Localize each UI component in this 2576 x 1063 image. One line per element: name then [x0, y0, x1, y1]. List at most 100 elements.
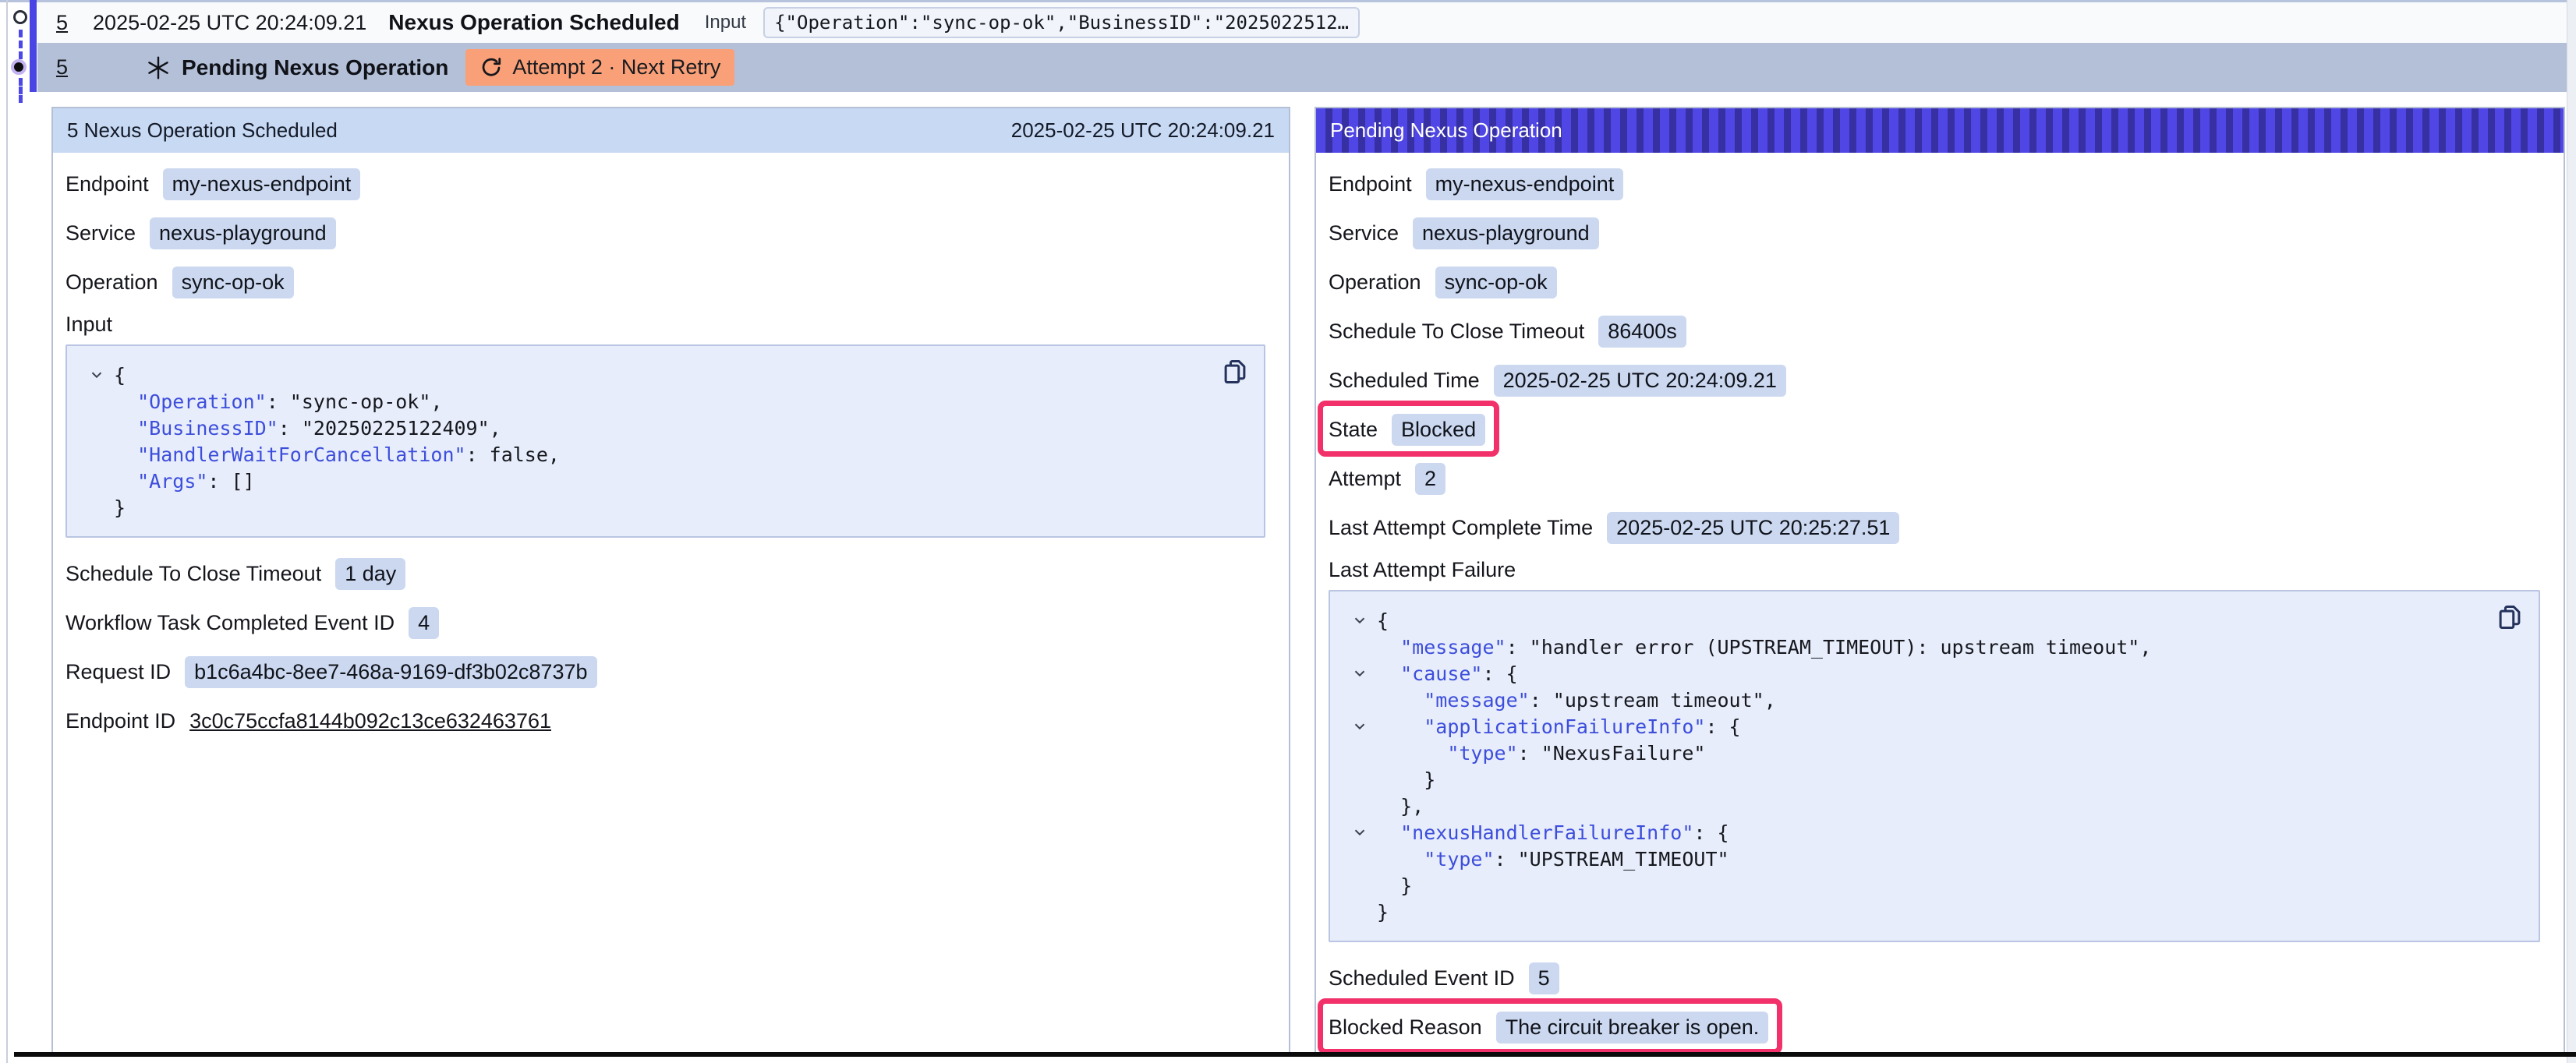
code-line: "message": "upstream timeout", — [1343, 687, 2526, 713]
code-line-text: "cause": { — [1377, 662, 1518, 685]
copy-button[interactable] — [2495, 602, 2525, 632]
code-line-text: } — [1377, 768, 1435, 791]
field-value-chip: Blocked — [1392, 414, 1485, 446]
code-line: "type": "NexusFailure" — [1343, 740, 2526, 766]
code-line: } — [1343, 899, 2526, 925]
event-title: Nexus Operation Scheduled — [388, 10, 679, 35]
field-value-chip: sync-op-ok — [172, 267, 294, 298]
field-row-service: Servicenexus-playground — [1329, 216, 1599, 250]
code-line: { — [1343, 607, 2526, 634]
code-line-text: "applicationFailureInfo": { — [1377, 715, 1741, 738]
field-label: Scheduled Event ID — [1329, 966, 1515, 991]
field-row-schedule-to-close-timeout: Schedule To Close Timeout 1 day — [65, 556, 405, 591]
retry-icon — [479, 56, 503, 79]
code-line: "Args": [] — [80, 468, 1251, 494]
code-line-text: "Operation": "sync-op-ok", — [114, 390, 442, 413]
field-value-chip: my-nexus-endpoint — [163, 168, 361, 200]
field-value-chip: 5 — [1529, 962, 1559, 994]
code-line-text: } — [114, 496, 126, 519]
scheduled-panel-timestamp: 2025-02-25 UTC 20:24:09.21 — [1011, 118, 1275, 143]
field-label: Endpoint ID — [65, 709, 175, 733]
collapse-chevron-icon[interactable] — [1343, 718, 1377, 735]
field-row-request-id: Request ID b1c6a4bc-8ee7-468a-9169-df3b02… — [65, 655, 597, 689]
retry-badge-label: Attempt 2 · Next Retry — [512, 55, 720, 79]
collapse-chevron-icon[interactable] — [80, 366, 114, 383]
field-row-schedule-to-close-timeout: Schedule To Close Timeout 86400s — [1329, 314, 1686, 348]
code-line-text: "BusinessID": "20250225122409", — [114, 417, 501, 440]
scheduled-panel-title: 5 Nexus Operation Scheduled — [67, 118, 338, 143]
retry-attempt-badge: Attempt 2 · Next Retry — [465, 49, 734, 86]
field-value-chip: nexus-playground — [150, 217, 336, 249]
field-label: Blocked Reason — [1329, 1015, 1482, 1040]
field-label: Service — [1329, 221, 1399, 245]
code-line: "Operation": "sync-op-ok", — [80, 388, 1251, 415]
code-line: "applicationFailureInfo": { — [1343, 713, 2526, 740]
field-value-chip: b1c6a4bc-8ee7-468a-9169-df3b02c8737b — [185, 656, 596, 688]
failure-section-label: Last Attempt Failure — [1329, 556, 2551, 584]
field-row-service: Servicenexus-playground — [65, 216, 336, 250]
code-line: "type": "UPSTREAM_TIMEOUT" — [1343, 846, 2526, 872]
field-label: Schedule To Close Timeout — [65, 562, 321, 586]
code-line-text: "type": "NexusFailure" — [1377, 742, 1705, 765]
code-line-text: { — [114, 364, 126, 387]
timeline-dashed-connector — [19, 30, 23, 59]
code-line: "HandlerWaitForCancellation": false, — [80, 441, 1251, 468]
field-label: Request ID — [65, 660, 171, 684]
collapse-chevron-icon[interactable] — [1343, 824, 1377, 841]
field-label: Endpoint — [1329, 172, 1412, 196]
field-row-state: StateBlocked — [1329, 412, 1485, 447]
collapse-chevron-icon[interactable] — [1343, 612, 1377, 629]
field-row-endpoint-id: Endpoint ID 3c0c75ccfa8144b092c13ce632463… — [65, 704, 551, 738]
field-value-chip: The circuit breaker is open. — [1496, 1012, 1769, 1044]
code-line-text: }, — [1377, 795, 1424, 818]
code-line-text: } — [1377, 874, 1412, 897]
history-row-pending-nexus-operation[interactable]: 5 Pending Nexus Operation Attempt 2 · Ne… — [37, 43, 2567, 92]
code-line: } — [1343, 766, 2526, 793]
collapse-chevron-icon[interactable] — [1343, 665, 1377, 682]
copy-button[interactable] — [1220, 357, 1250, 387]
input-json-block: { "Operation": "sync-op-ok", "BusinessID… — [65, 344, 1265, 538]
event-id-link[interactable]: 5 — [56, 55, 68, 79]
field-value-link[interactable]: 3c0c75ccfa8144b092c13ce632463761 — [189, 709, 551, 733]
failure-json-block: { "message": "handler error (UPSTREAM_TI… — [1329, 590, 2540, 942]
workflow-history-view: 5 2025-02-25 UTC 20:24:09.21 Nexus Opera… — [0, 0, 2576, 1063]
code-line: } — [1343, 872, 2526, 899]
code-line-text: "nexusHandlerFailureInfo": { — [1377, 821, 1729, 844]
copy-icon — [1220, 357, 1250, 387]
input-section-label: Input — [65, 310, 1276, 338]
code-line: { — [80, 362, 1251, 388]
code-line: "cause": { — [1343, 660, 2526, 687]
history-row-nexus-operation-scheduled[interactable]: 5 2025-02-25 UTC 20:24:09.21 Nexus Opera… — [37, 2, 2567, 43]
timeline-dashed-connector — [19, 78, 23, 103]
event-id-link[interactable]: 5 — [56, 11, 68, 35]
timeline-selection-bar — [30, 0, 37, 92]
field-label: Operation — [65, 270, 158, 295]
field-value-chip: 86400s — [1598, 316, 1686, 348]
field-row-workflow-task-completed-event-id: Workflow Task Completed Event ID4 — [65, 606, 439, 640]
field-label: Scheduled Time — [1329, 369, 1480, 393]
code-line-text: "Args": [] — [114, 470, 255, 493]
field-value-chip: 1 day — [335, 558, 405, 590]
pending-panel-header: Pending Nexus Operation — [1316, 108, 2564, 153]
code-line: }, — [1343, 793, 2526, 819]
field-label: Endpoint — [65, 172, 149, 196]
field-label: Last Attempt Complete Time — [1329, 516, 1593, 540]
field-row-operation: Operation sync-op-ok — [65, 265, 294, 299]
field-row-last-attempt-complete-time: Last Attempt Complete Time 2025-02-25 UTC… — [1329, 510, 1899, 545]
field-row-operation: Operationsync-op-ok — [1329, 265, 1557, 299]
field-value-chip: 2025-02-25 UTC 20:24:09.21 — [1494, 365, 1786, 397]
code-line-text: } — [1377, 901, 1389, 924]
field-label: Schedule To Close Timeout — [1329, 320, 1584, 344]
pending-asterisk-icon — [146, 55, 171, 80]
code-line: "nexusHandlerFailureInfo": { — [1343, 819, 2526, 846]
field-row-endpoint: Endpoint my-nexus-endpoint — [1329, 167, 1623, 201]
field-value-chip: my-nexus-endpoint — [1426, 168, 1624, 200]
field-value-chip: 2025-02-25 UTC 20:25:27.51 — [1607, 512, 1899, 544]
code-line: "BusinessID": "20250225122409", — [80, 415, 1251, 441]
field-row-scheduled-event-id: Scheduled Event ID 5 — [1329, 961, 1559, 995]
pending-panel-title: Pending Nexus Operation — [1330, 118, 1562, 143]
pending-event-title: Pending Nexus Operation — [182, 55, 448, 80]
scrollbar[interactable] — [2567, 0, 2576, 1063]
event-input-preview-chip: {"Operation":"sync-op-ok","BusinessID":"… — [763, 7, 1360, 38]
event-input-label: Input — [705, 12, 746, 34]
